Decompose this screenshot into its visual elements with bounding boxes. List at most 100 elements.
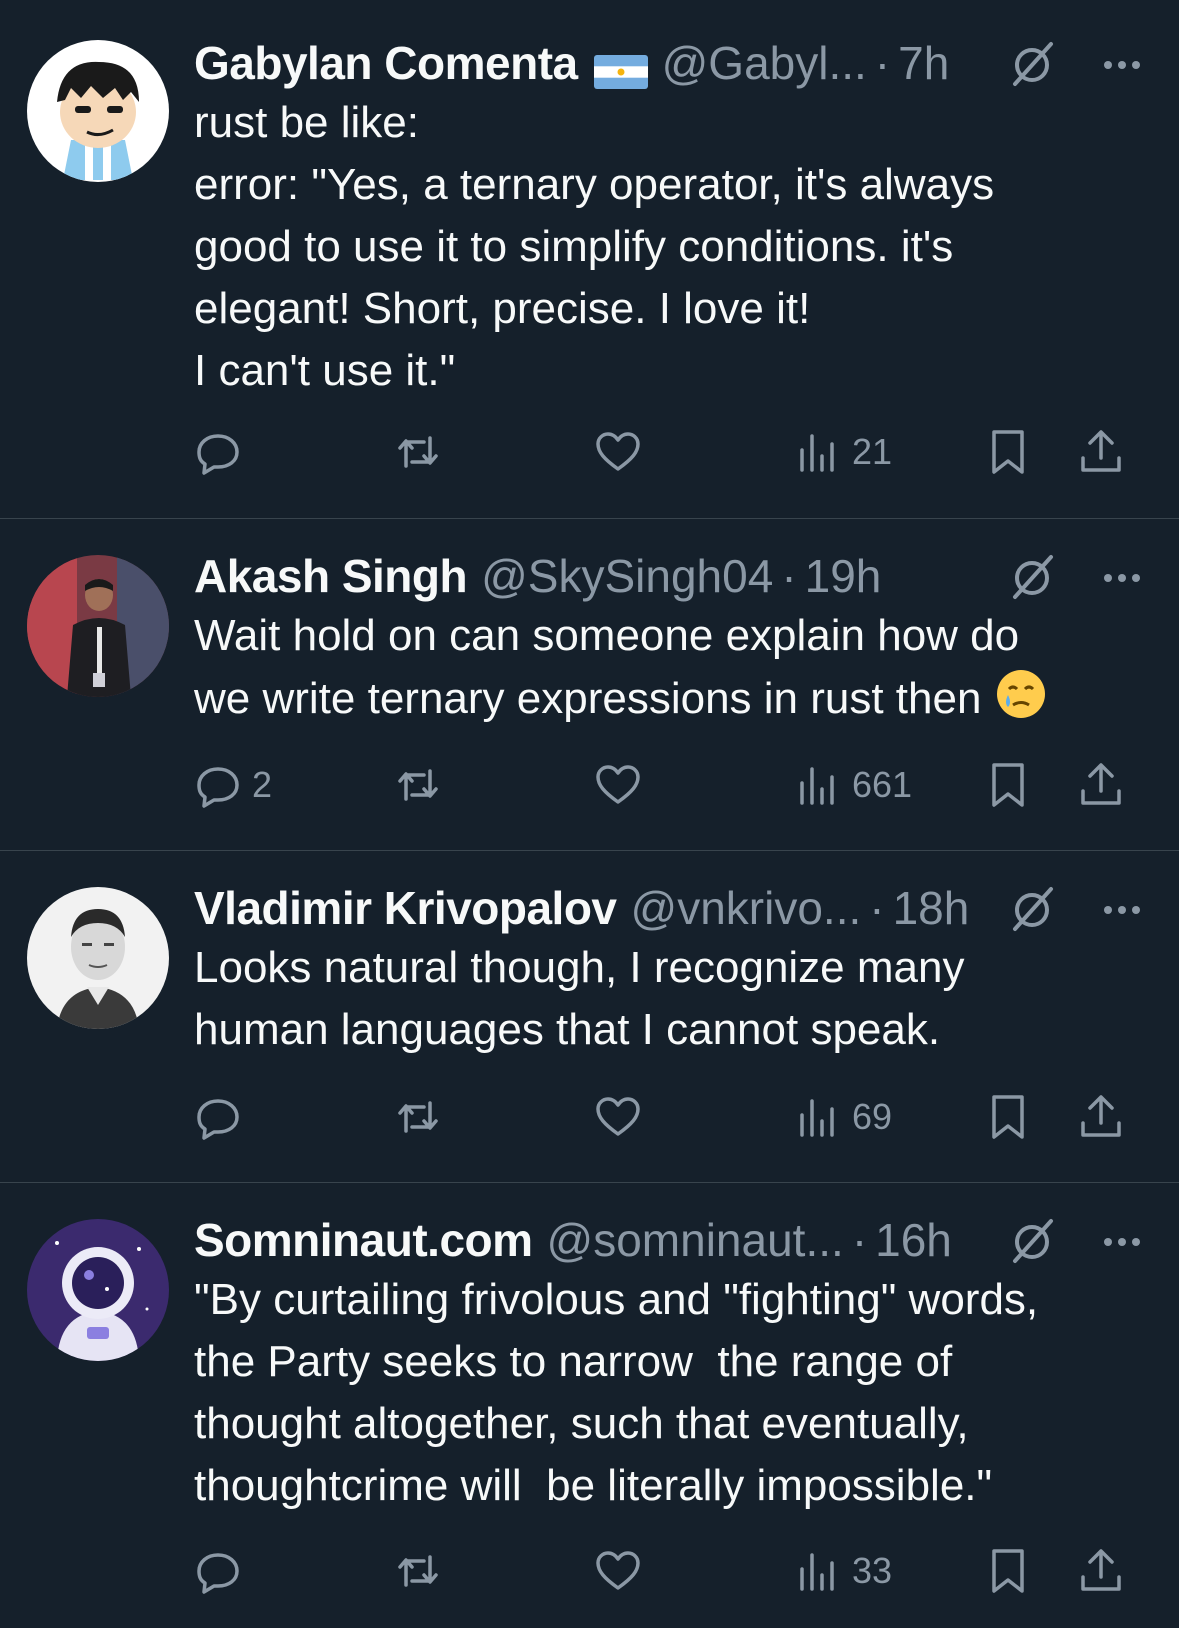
separator-dot: · <box>781 550 797 602</box>
share-button[interactable] <box>1077 422 1125 482</box>
heart-icon <box>596 1551 640 1590</box>
tweet-text-line: rust be like: <box>194 98 419 147</box>
user-handle[interactable]: @Gabyl... <box>662 36 867 90</box>
reply-icon <box>197 434 239 475</box>
share-button[interactable] <box>1077 755 1125 815</box>
display-name[interactable]: Akash Singh <box>194 549 468 603</box>
reply-button[interactable] <box>194 422 252 482</box>
reply-feed: Gabylan Comenta @Gabyl... · 7h rust be l… <box>0 0 1179 1628</box>
face-holding-back-tears-emoji-icon <box>994 667 1048 721</box>
reply-icon <box>197 767 239 808</box>
grok-icon[interactable] <box>1005 551 1059 605</box>
reply-button[interactable]: 2 <box>194 755 272 815</box>
bookmark-icon <box>992 763 1024 807</box>
tweet-text-line: I can't use it." <box>194 346 456 395</box>
tweet-text-line: elegant! Short, precise. I love it! <box>194 284 811 333</box>
more-icon[interactable] <box>1095 1215 1149 1269</box>
bookmark-button[interactable] <box>984 1087 1032 1147</box>
views-button[interactable]: 21 <box>794 422 892 482</box>
tweet-text-line: error: "Yes, a ternary operator, it's al… <box>194 160 995 209</box>
argentina-flag-icon <box>593 46 648 89</box>
avatar[interactable] <box>27 40 169 182</box>
action-bar: 69 <box>194 1087 1154 1147</box>
share-icon <box>1081 430 1121 472</box>
retweet-icon <box>398 1101 438 1133</box>
timestamp[interactable]: 16h <box>875 1213 952 1267</box>
tweet-header: Akash Singh @SkySingh04 · 19h <box>194 541 881 611</box>
share-button[interactable] <box>1077 1087 1125 1147</box>
action-bar: 2 661 <box>194 755 1154 815</box>
avatar[interactable] <box>27 555 169 697</box>
display-name[interactable]: Vladimir Krivopalov <box>194 881 617 935</box>
share-icon <box>1081 763 1121 805</box>
tweet-3[interactable]: Vladimir Krivopalov @vnkrivo... · 18h Lo… <box>0 851 1179 1183</box>
grok-icon[interactable] <box>1005 1215 1059 1269</box>
tweet-text-line: thought altogether, such that eventually… <box>194 1399 969 1448</box>
views-button[interactable]: 69 <box>794 1087 892 1147</box>
tweet-text: rust be like: error: "Yes, a ternary ope… <box>194 92 1144 402</box>
grok-icon[interactable] <box>1005 38 1059 92</box>
like-button[interactable] <box>594 422 642 482</box>
reply-button[interactable] <box>194 1541 252 1601</box>
tweet-text-line: Wait hold on can someone explain how do <box>194 611 1020 660</box>
timestamp[interactable]: 7h <box>898 36 949 90</box>
retweet-button[interactable] <box>394 755 442 815</box>
views-icon <box>800 1553 834 1591</box>
reply-count: 2 <box>252 764 273 805</box>
views-button[interactable]: 33 <box>794 1541 892 1601</box>
more-icon[interactable] <box>1095 883 1149 937</box>
more-icon[interactable] <box>1095 38 1149 92</box>
user-handle[interactable]: @vnkrivo... <box>631 881 862 935</box>
share-icon <box>1081 1095 1121 1137</box>
like-button[interactable] <box>594 1541 642 1601</box>
view-count: 33 <box>852 1550 893 1591</box>
retweet-button[interactable] <box>394 422 442 482</box>
grok-icon[interactable] <box>1005 883 1059 937</box>
tweet-header: Gabylan Comenta @Gabyl... · 7h <box>194 28 949 98</box>
user-handle[interactable]: @somninaut... <box>547 1213 844 1267</box>
retweet-button[interactable] <box>394 1087 442 1147</box>
retweet-icon <box>398 436 438 468</box>
view-count: 69 <box>852 1096 893 1137</box>
avatar[interactable] <box>27 1219 169 1361</box>
more-icon[interactable] <box>1095 551 1149 605</box>
timestamp[interactable]: 18h <box>893 881 970 935</box>
tweet-header: Somninaut.com @somninaut... · 16h <box>194 1205 952 1275</box>
like-button[interactable] <box>594 1087 642 1147</box>
views-icon <box>800 1099 834 1137</box>
avatar[interactable] <box>27 887 169 1029</box>
tweet-text: Looks natural though, I recognize many h… <box>194 937 1144 1061</box>
display-name[interactable]: Somninaut.com <box>194 1213 533 1267</box>
retweet-icon <box>398 1555 438 1587</box>
reply-icon <box>197 1553 239 1594</box>
tweet-text-line: the Party seeks to narrow the range of <box>194 1337 953 1386</box>
tweet-2[interactable]: Akash Singh @SkySingh04 · 19h Wait hold … <box>0 519 1179 851</box>
tweet-text-line: we write ternary expressions in rust the… <box>194 674 982 723</box>
tweet-text-line: good to use it to simplify conditions. i… <box>194 222 954 271</box>
like-button[interactable] <box>594 755 642 815</box>
display-name[interactable]: Gabylan Comenta <box>194 36 578 90</box>
tweet-4[interactable]: Somninaut.com @somninaut... · 16h "By cu… <box>0 1183 1179 1628</box>
tweet-1[interactable]: Gabylan Comenta @Gabyl... · 7h rust be l… <box>0 0 1179 519</box>
tweet-text-line: thoughtcrime will be literally impossibl… <box>194 1461 993 1510</box>
retweet-icon <box>398 769 438 801</box>
heart-icon <box>596 432 640 471</box>
heart-icon <box>596 1097 640 1136</box>
retweet-button[interactable] <box>394 1541 442 1601</box>
user-handle[interactable]: @SkySingh04 <box>481 549 773 603</box>
timestamp[interactable]: 19h <box>805 549 882 603</box>
share-button[interactable] <box>1077 1541 1125 1601</box>
bookmark-button[interactable] <box>984 755 1032 815</box>
bookmark-icon <box>992 1549 1024 1593</box>
bookmark-button[interactable] <box>984 1541 1032 1601</box>
tweet-header: Vladimir Krivopalov @vnkrivo... · 18h <box>194 873 969 943</box>
reply-icon <box>197 1099 239 1140</box>
view-count: 661 <box>852 764 913 805</box>
separator-dot: · <box>869 882 885 934</box>
bookmark-icon <box>992 430 1024 474</box>
views-button[interactable]: 661 <box>794 755 912 815</box>
tweet-text-line: human languages that I cannot speak. <box>194 1005 941 1054</box>
share-icon <box>1081 1549 1121 1591</box>
reply-button[interactable] <box>194 1087 252 1147</box>
bookmark-button[interactable] <box>984 422 1032 482</box>
